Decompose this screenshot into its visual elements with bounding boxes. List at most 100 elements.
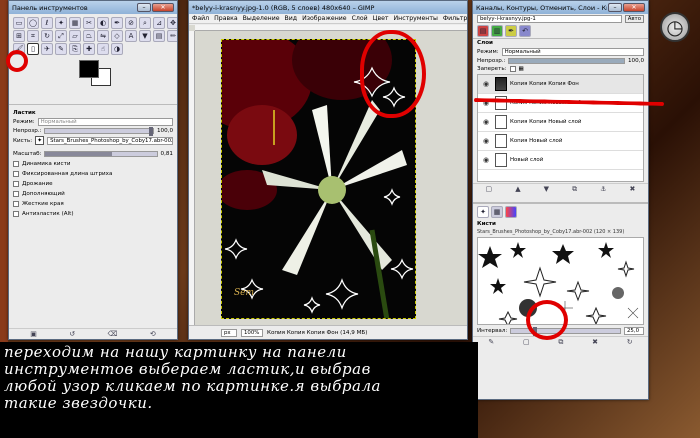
text-icon[interactable]: A — [125, 30, 137, 42]
dodge-burn-icon[interactable]: ◑ — [111, 43, 123, 55]
layer-row[interactable]: ◉ Новый слой — [478, 151, 643, 170]
image-select[interactable]: belyy-i-krasnyy.jpg-1 — [477, 15, 622, 23]
menu-item[interactable]: Файл — [192, 15, 209, 22]
new-brush-icon[interactable]: ▢ — [523, 338, 530, 346]
foreground-color-swatch[interactable] — [79, 60, 99, 78]
brush-preview-icon[interactable]: ✦ — [35, 136, 45, 145]
lower-layer-icon[interactable]: ▼ — [544, 185, 549, 193]
heal-icon[interactable]: ✚ — [83, 43, 95, 55]
menu-item[interactable]: Инструменты — [394, 15, 438, 22]
align-icon[interactable]: ⊞ — [13, 30, 25, 42]
blend-icon[interactable]: ▤ — [153, 30, 165, 42]
color-select-icon[interactable]: ▦ — [69, 17, 81, 29]
layer-row[interactable]: ◉ Копия Копия Копия Фон — [478, 75, 643, 94]
clock-gadget[interactable]: ◷ — [660, 12, 690, 42]
save-options-icon[interactable]: ▣ — [30, 330, 37, 338]
tool-option-row[interactable]: Жесткие края — [9, 200, 177, 208]
visibility-eye-icon[interactable]: ◉ — [483, 80, 492, 88]
color-swatches[interactable] — [79, 58, 177, 92]
layer-mode-select[interactable]: Нормальный — [501, 48, 644, 56]
tool-option-row[interactable]: Фиксированная длина штриха — [9, 170, 177, 178]
crop-icon[interactable]: ⌗ — [27, 30, 39, 42]
color-picker-icon[interactable]: ⊘ — [125, 17, 137, 29]
menu-item[interactable]: Вид — [285, 15, 298, 22]
anchor-layer-icon[interactable]: ⚓ — [600, 185, 606, 193]
layer-opacity-slider[interactable] — [508, 58, 625, 64]
fuzzy-select-icon[interactable]: ✦ — [55, 17, 67, 29]
option-checkbox[interactable] — [13, 181, 19, 187]
move-icon[interactable]: ✥ — [167, 17, 177, 29]
ink-icon[interactable]: ✎ — [55, 43, 67, 55]
layers-close-icon[interactable]: ✕ — [623, 3, 645, 12]
option-checkbox[interactable] — [13, 171, 19, 177]
scissors-icon[interactable]: ✂ — [83, 17, 95, 29]
image-titlebar[interactable]: *belyy-i-krasnyy.jpg-1.0 (RGB, 5 слоев) … — [189, 1, 467, 14]
ellipse-select-icon[interactable]: ◯ — [27, 17, 39, 29]
layer-opacity-value[interactable]: 100,0 — [628, 58, 644, 64]
new-layer-icon[interactable]: ▢ — [486, 185, 493, 193]
cage-icon[interactable]: ◇ — [111, 30, 123, 42]
duplicate-layer-icon[interactable]: ⧉ — [572, 185, 577, 194]
flip-icon[interactable]: ⇋ — [97, 30, 109, 42]
visibility-eye-icon[interactable]: ◉ — [483, 118, 492, 126]
paths-icon[interactable]: ✒ — [111, 17, 123, 29]
measure-icon[interactable]: ⊿ — [153, 17, 165, 29]
menu-item[interactable]: Выделение — [243, 15, 280, 22]
scale-value[interactable]: 0,81 — [161, 151, 173, 157]
opacity-value[interactable]: 100,0 — [157, 128, 173, 134]
visibility-eye-icon[interactable]: ◉ — [483, 156, 492, 164]
perspective-icon[interactable]: ⏢ — [83, 30, 95, 42]
option-checkbox[interactable] — [13, 161, 19, 167]
option-checkbox[interactable] — [13, 211, 19, 217]
reset-options-icon[interactable]: ⟲ — [150, 330, 156, 338]
eraser-icon[interactable]: ▯ — [27, 43, 39, 55]
free-select-icon[interactable]: ℓ — [41, 17, 53, 29]
raise-layer-icon[interactable]: ▲ — [515, 185, 520, 193]
layer-row[interactable]: ◉ Копия Копия Новый слой — [478, 113, 643, 132]
layers-minimize-icon[interactable]: – — [608, 3, 622, 12]
edit-brush-icon[interactable]: ✎ — [488, 338, 494, 346]
visibility-eye-icon[interactable]: ◉ — [483, 137, 492, 145]
gradients-tab-icon[interactable] — [505, 206, 517, 218]
rotate-icon[interactable]: ↻ — [41, 30, 53, 42]
menu-item[interactable]: Правка — [214, 15, 238, 22]
channels-tab-icon[interactable]: ▥ — [491, 25, 503, 37]
restore-options-icon[interactable]: ↺ — [69, 330, 75, 338]
scale-slider[interactable] — [44, 151, 158, 157]
opacity-slider[interactable] — [44, 127, 154, 136]
minimize-icon[interactable]: – — [137, 3, 151, 12]
rect-select-icon[interactable]: ▭ — [13, 17, 25, 29]
patterns-tab-icon[interactable]: ▦ — [491, 206, 503, 218]
lock-alpha-icon[interactable]: ▦ — [519, 66, 524, 72]
clone-icon[interactable]: ⎘ — [69, 43, 81, 55]
menu-item[interactable]: Слой — [352, 15, 368, 22]
tool-option-row[interactable]: Дрожание — [9, 180, 177, 188]
zoom-icon[interactable]: ⌕ — [139, 17, 151, 29]
auto-button[interactable]: Авто — [624, 15, 644, 23]
scale-icon[interactable]: ⤢ — [55, 30, 67, 42]
option-checkbox[interactable] — [13, 201, 19, 207]
brushes-tab-icon[interactable]: ✦ — [477, 206, 489, 218]
refresh-brushes-icon[interactable]: ↻ — [627, 338, 633, 346]
paths-tab-icon[interactable]: ✒ — [505, 25, 517, 37]
foreground-select-icon[interactable]: ◐ — [97, 17, 109, 29]
tool-option-row[interactable]: Дополняющий — [9, 190, 177, 198]
menu-item[interactable]: Изображение — [302, 15, 347, 22]
unit-select[interactable]: px — [221, 328, 237, 337]
undo-tab-icon[interactable]: ↶ — [519, 25, 531, 37]
layer-row[interactable]: ◉ Копия Новый слой — [478, 132, 643, 151]
delete-brush-icon[interactable]: ✖ — [592, 338, 598, 346]
delete-options-icon[interactable]: ⌫ — [108, 330, 118, 338]
duplicate-brush-icon[interactable]: ⧉ — [558, 338, 563, 347]
bucket-fill-icon[interactable]: ▼ — [139, 30, 151, 42]
toolbox-titlebar[interactable]: Панель инструментов – ✕ — [9, 1, 177, 14]
option-checkbox[interactable] — [13, 191, 19, 197]
lock-pixels-checkbox[interactable] — [509, 66, 516, 72]
tool-option-row[interactable]: Антиэластик (Alt) — [9, 210, 177, 218]
tool-option-row[interactable]: Динамика кисти — [9, 160, 177, 168]
smudge-icon[interactable]: ☝ — [97, 43, 109, 55]
layers-titlebar[interactable]: Каналы, Контуры, Отменить, Слои - Кисти … — [473, 1, 648, 14]
interval-value[interactable]: 25,0 — [624, 327, 644, 335]
zoom-select[interactable]: 100% — [241, 328, 263, 337]
menu-item[interactable]: Цвет — [373, 15, 389, 22]
